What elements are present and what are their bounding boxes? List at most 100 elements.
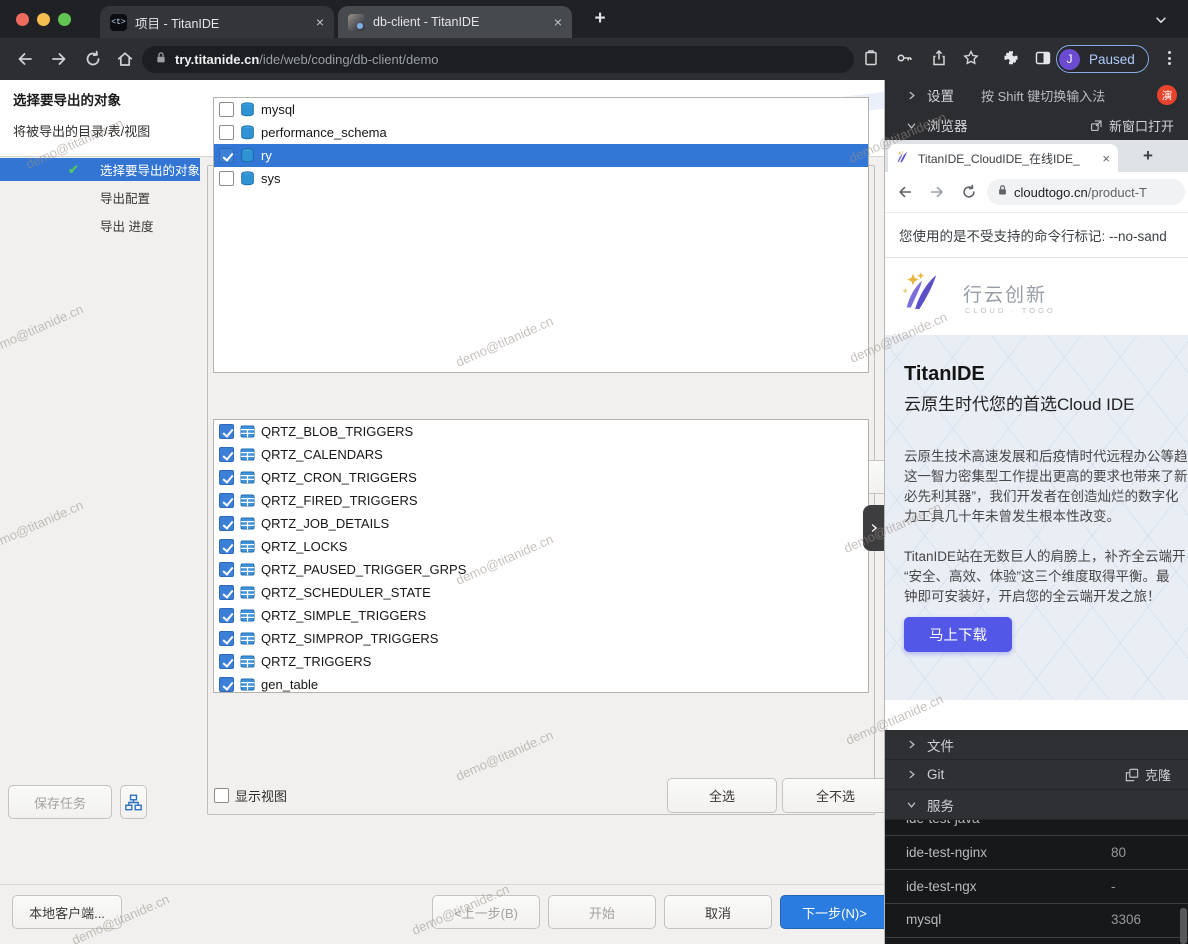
table-row-QRTZ_SIMPLE_TRIGGERS[interactable]: QRTZ_SIMPLE_TRIGGERS <box>214 604 868 627</box>
checkbox[interactable] <box>219 631 234 646</box>
wizard-step-1[interactable]: ✔选择要导出的对象 <box>0 158 200 181</box>
new-tab-button[interactable]: + <box>588 8 612 30</box>
table-list: QRTZ_BLOB_TRIGGERSQRTZ_CALENDARSQRTZ_CRO… <box>213 419 869 693</box>
checkbox[interactable] <box>219 585 234 600</box>
browser-section[interactable]: 浏览器 新窗口打开 <box>885 110 1188 140</box>
address-bar[interactable]: try.titanide.cn/ide/web/coding/db-client… <box>142 46 854 73</box>
cancel-button[interactable]: 取消 <box>664 895 772 929</box>
select-all-button-bottom[interactable]: 全选 <box>667 778 777 813</box>
service-name-ide-test-ngx[interactable]: ide-test-ngx <box>906 879 977 894</box>
database-row-ry[interactable]: ry <box>214 144 868 167</box>
profile-paused-button[interactable]: J Paused <box>1056 45 1149 73</box>
back-icon[interactable] <box>16 50 34 68</box>
table-row-QRTZ_CALENDARS[interactable]: QRTZ_CALENDARS <box>214 443 868 466</box>
table-row-QRTZ_TRIGGERS[interactable]: QRTZ_TRIGGERS <box>214 650 868 673</box>
table-row-gen_table[interactable]: gen_table <box>214 673 868 693</box>
show-views-checkbox[interactable] <box>214 788 229 803</box>
table-icon <box>240 677 256 692</box>
git-section[interactable]: Git 克隆 <box>885 760 1188 790</box>
back-icon[interactable] <box>897 184 913 200</box>
show-views-option[interactable]: 显示视图 <box>214 786 287 805</box>
database-row-sys[interactable]: sys <box>214 167 868 190</box>
table-row-QRTZ_PAUSED_TRIGGER_GRPS[interactable]: QRTZ_PAUSED_TRIGGER_GRPS <box>214 558 868 581</box>
checkbox[interactable] <box>219 470 234 485</box>
table-row-QRTZ_SCHEDULER_STATE[interactable]: QRTZ_SCHEDULER_STATE <box>214 581 868 604</box>
open-new-window-button[interactable]: 新窗口打开 <box>1090 116 1174 135</box>
database-row-performance_schema[interactable]: performance_schema <box>214 121 868 144</box>
browser-tab-project[interactable]: <t> 项目 - TitanIDE × <box>100 6 334 38</box>
checkbox[interactable] <box>219 516 234 531</box>
close-window-button[interactable] <box>16 13 29 26</box>
maximize-window-button[interactable] <box>58 13 71 26</box>
checkbox[interactable] <box>219 148 234 163</box>
checkbox[interactable] <box>219 493 234 508</box>
service-name-ide-test-nginx[interactable]: ide-test-nginx <box>906 845 987 860</box>
forward-icon[interactable] <box>50 50 68 68</box>
wizard-step-3[interactable]: 导出 进度 <box>0 214 200 237</box>
checkbox[interactable] <box>219 125 234 140</box>
start-button[interactable]: 开始 <box>548 895 656 929</box>
checkbox[interactable] <box>219 171 234 186</box>
key-icon[interactable] <box>896 49 914 67</box>
wizard-step-2[interactable]: 导出配置 <box>0 186 200 209</box>
checkbox[interactable] <box>219 102 234 117</box>
chevron-down-icon[interactable] <box>1154 13 1168 32</box>
table-row-QRTZ_JOB_DETAILS[interactable]: QRTZ_JOB_DETAILS <box>214 512 868 535</box>
settings-section[interactable]: 设置 按 Shift 键切换输入法 演 <box>885 80 1188 110</box>
unsupported-flag-warning: 您使用的是不受支持的命令行标记: --no-sand <box>885 212 1188 258</box>
service-port: - <box>1111 879 1116 894</box>
share-icon[interactable] <box>930 49 948 67</box>
scrollbar-thumb[interactable] <box>1180 908 1187 944</box>
home-icon[interactable] <box>116 50 134 68</box>
table-row-QRTZ_FIRED_TRIGGERS[interactable]: QRTZ_FIRED_TRIGGERS <box>214 489 868 512</box>
select-none-button-bottom[interactable]: 全不选 <box>782 778 889 813</box>
ime-badge[interactable]: 演 <box>1157 85 1177 105</box>
inner-address-bar[interactable]: cloudtogo.cn/product-T <box>987 179 1185 205</box>
database-row-mysql[interactable]: mysql <box>214 98 868 121</box>
checkbox[interactable] <box>219 608 234 623</box>
database-icon <box>240 148 256 163</box>
checkbox[interactable] <box>219 654 234 669</box>
side-panel-icon[interactable] <box>1034 49 1052 67</box>
inner-browser-tab[interactable]: TitanIDE_CloudIDE_在线IDE_ × <box>888 144 1118 172</box>
reload-icon[interactable] <box>84 50 102 68</box>
tab-favicon-titanide: <t> <box>110 14 127 31</box>
panel-expand-handle[interactable] <box>863 505 884 551</box>
hero-paragraph-1: 云原生技术高速发展和后疫情时代远程办公等趋这一智力密集型工作提出更高的要求也带来… <box>904 447 1188 527</box>
inner-new-tab-button[interactable]: + <box>1143 146 1153 166</box>
local-client-button[interactable]: 本地客户端... <box>12 895 122 929</box>
checkbox[interactable] <box>219 424 234 439</box>
service-name-ide-test-java[interactable]: ide-test-java <box>906 820 980 826</box>
download-button[interactable]: 马上下载 <box>904 617 1012 652</box>
table-row-QRTZ_CRON_TRIGGERS[interactable]: QRTZ_CRON_TRIGGERS <box>214 466 868 489</box>
lock-icon <box>155 51 167 69</box>
next-step-button[interactable]: 下一步(N)> <box>780 895 889 929</box>
menu-kebab-icon[interactable] <box>1160 48 1178 68</box>
browser-tab-db-client[interactable]: db-client - TitanIDE × <box>338 6 572 38</box>
checkbox[interactable] <box>219 562 234 577</box>
services-section[interactable]: 服务 <box>885 790 1188 820</box>
checkbox[interactable] <box>219 447 234 462</box>
checkbox[interactable] <box>219 677 234 692</box>
bookmark-star-icon[interactable] <box>962 49 980 67</box>
back-step-button[interactable]: <上一步(B) <box>432 895 540 929</box>
chevron-right-icon <box>906 739 917 750</box>
save-task-button[interactable]: 保存任务 <box>8 785 112 819</box>
table-row-QRTZ_LOCKS[interactable]: QRTZ_LOCKS <box>214 535 868 558</box>
reload-icon[interactable] <box>961 184 977 200</box>
extensions-icon[interactable] <box>1002 49 1020 67</box>
dialog-subtitle: 将被导出的目录/表/视图 <box>13 121 150 140</box>
files-section[interactable]: 文件 <box>885 730 1188 760</box>
checkbox[interactable] <box>219 539 234 554</box>
clone-button[interactable]: 克隆 <box>1125 765 1171 784</box>
close-icon[interactable]: × <box>554 15 562 29</box>
minimize-window-button[interactable] <box>37 13 50 26</box>
sitemap-icon-button[interactable] <box>120 785 147 819</box>
close-icon[interactable]: × <box>1102 151 1110 166</box>
table-row-QRTZ_SIMPROP_TRIGGERS[interactable]: QRTZ_SIMPROP_TRIGGERS <box>214 627 868 650</box>
forward-icon[interactable] <box>929 184 945 200</box>
clipboard-icon[interactable] <box>862 49 880 67</box>
table-row-QRTZ_BLOB_TRIGGERS[interactable]: QRTZ_BLOB_TRIGGERS <box>214 420 868 443</box>
service-name-mysql[interactable]: mysql <box>906 912 941 927</box>
close-icon[interactable]: × <box>316 15 324 29</box>
